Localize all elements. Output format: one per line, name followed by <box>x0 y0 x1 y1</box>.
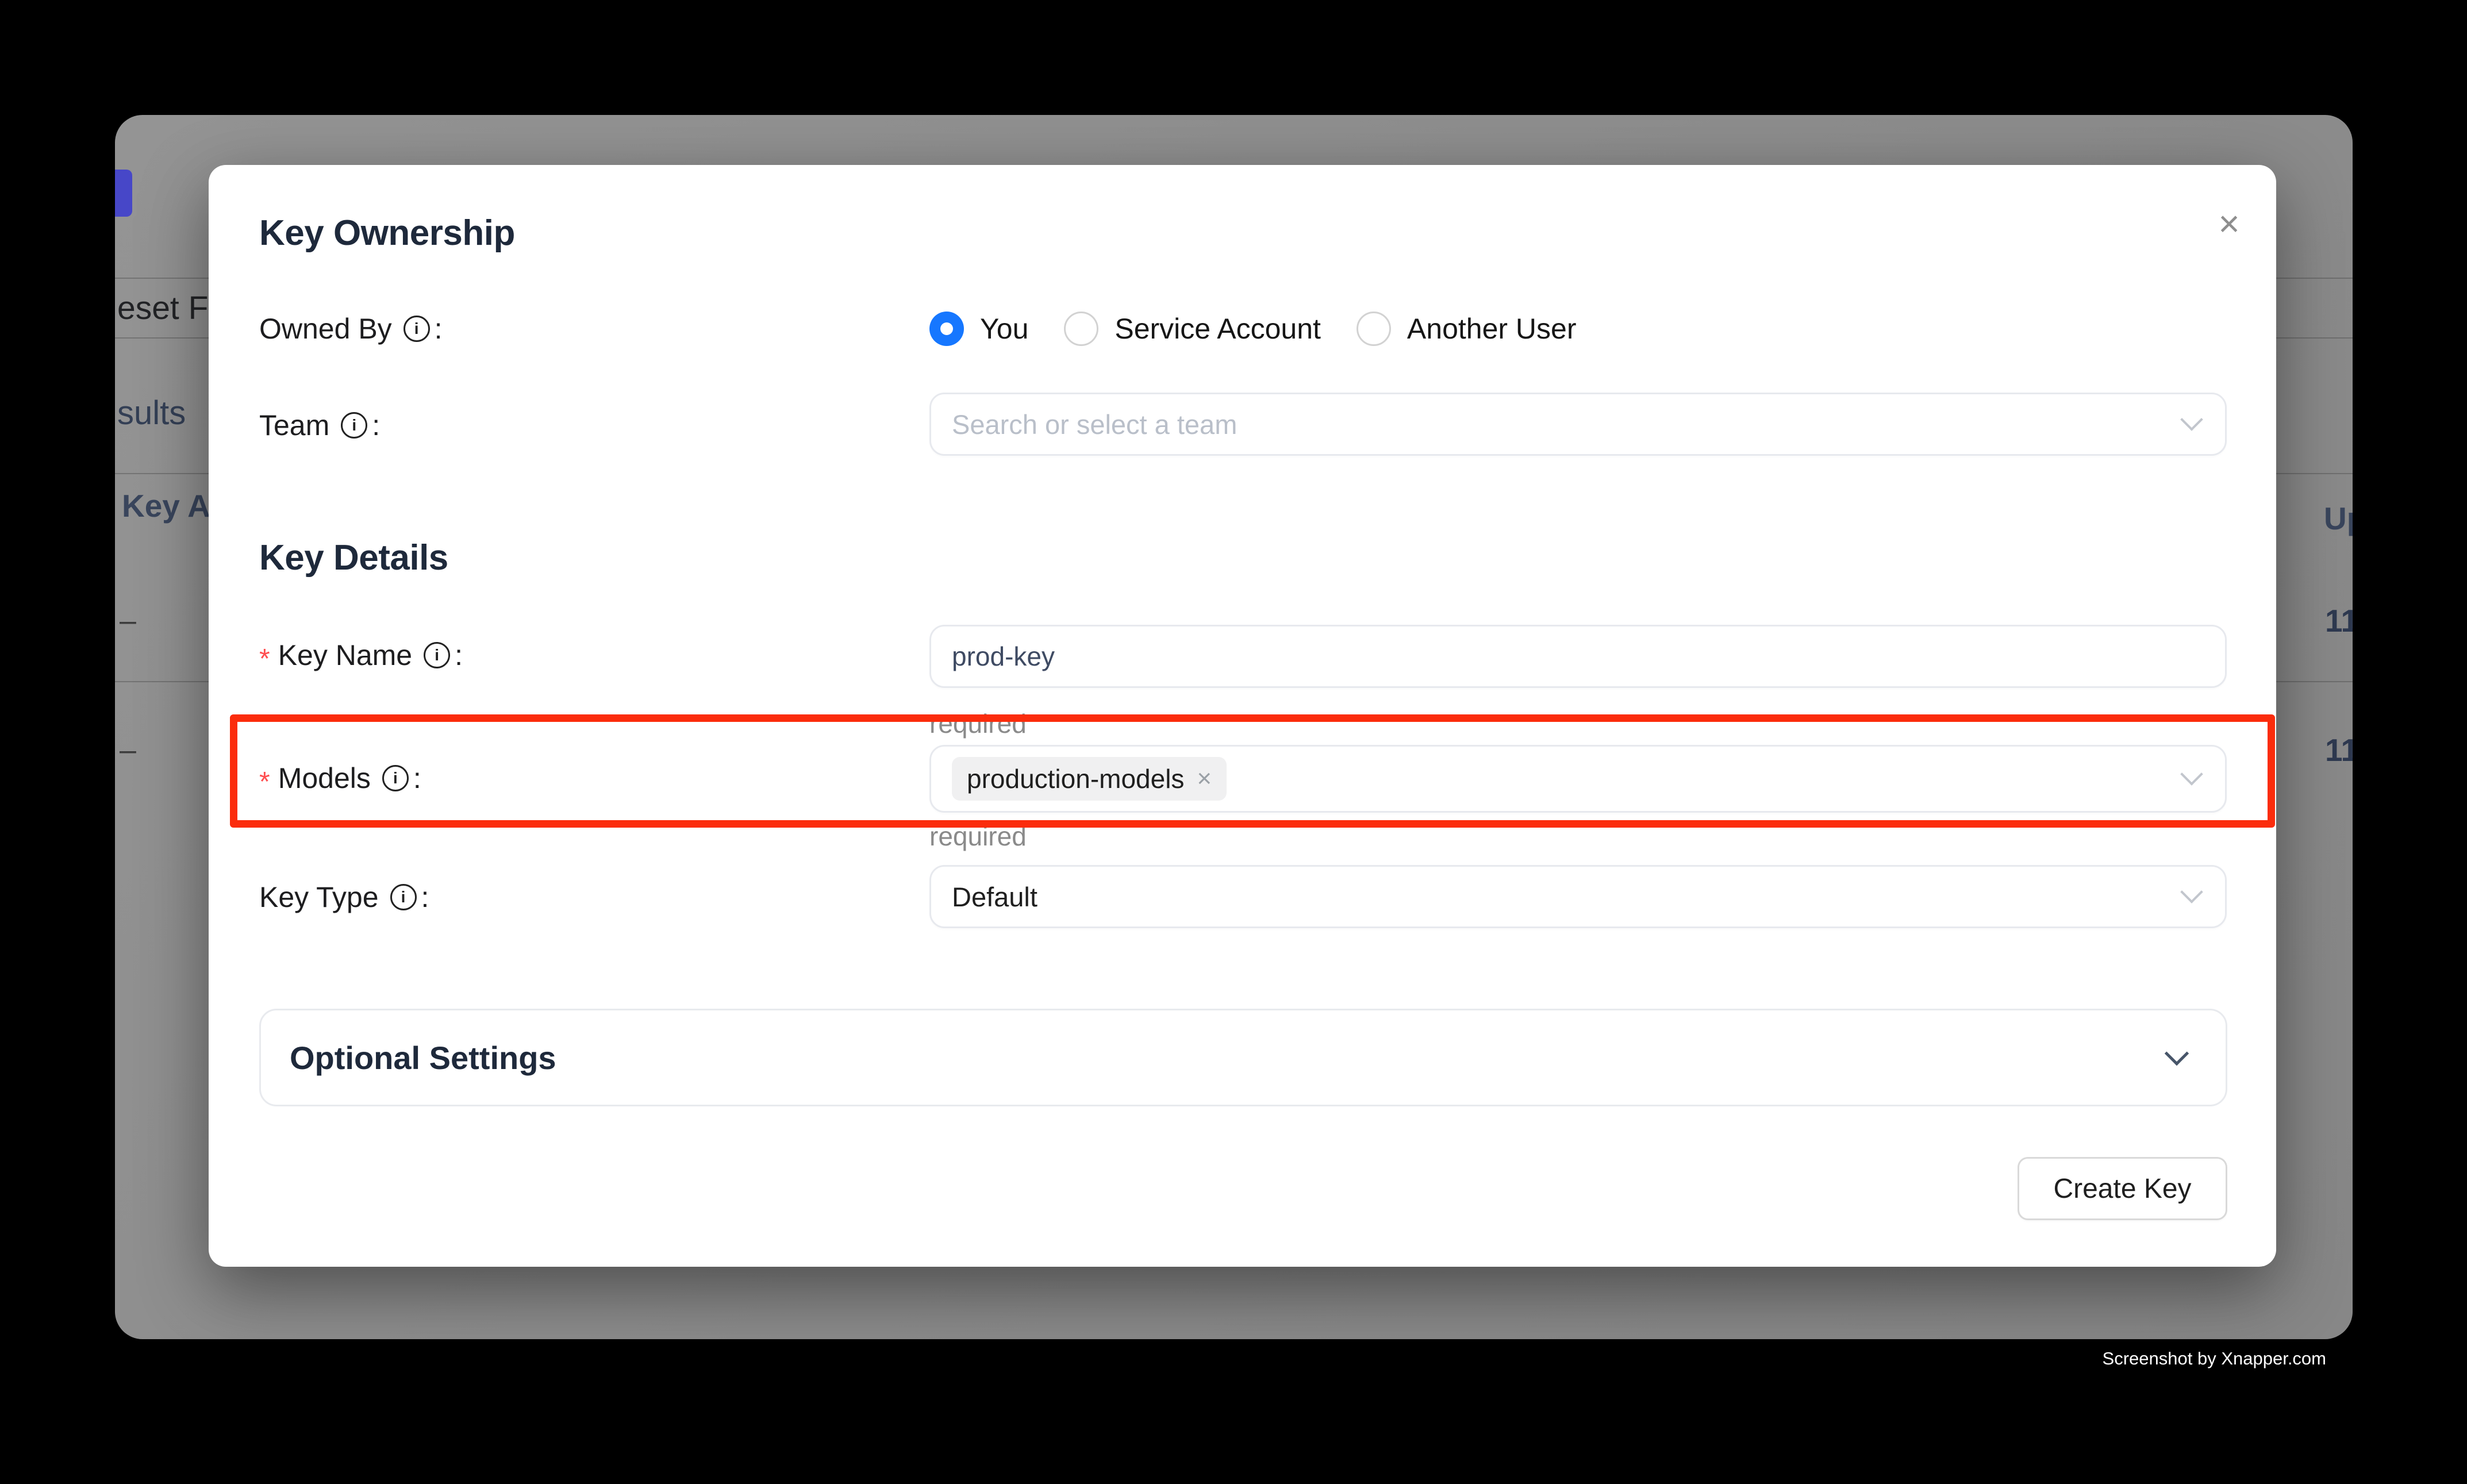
chevron-down-icon <box>2180 763 2203 786</box>
model-tag-production-models: production-models × <box>952 757 1227 801</box>
table-header-updated-partial: Up <box>2324 500 2353 537</box>
radio-label: You <box>980 312 1028 345</box>
chevron-down-icon <box>2180 881 2203 904</box>
key-name-value: prod-key <box>952 641 1055 672</box>
models-multiselect[interactable]: production-models × <box>929 745 2227 813</box>
team-select-placeholder: Search or select a team <box>952 409 1237 440</box>
radio-selected-icon[interactable] <box>929 312 964 346</box>
required-marker: * <box>259 643 270 675</box>
colon: : <box>413 762 421 795</box>
team-label-text: Team <box>259 409 329 442</box>
optional-settings-title: Optional Settings <box>290 1039 556 1077</box>
results-count-partial: sults <box>117 394 186 432</box>
tag-remove-icon[interactable]: × <box>1197 766 1212 791</box>
colon: : <box>421 881 429 914</box>
key-type-select[interactable]: Default <box>929 865 2227 928</box>
table-cell-date-partial: 11/ <box>2325 732 2353 768</box>
table-cell-date-partial: 11/ <box>2325 602 2353 639</box>
key-type-label-text: Key Type <box>259 881 379 914</box>
model-tag-label: production-models <box>967 763 1184 794</box>
radio-unselected-icon[interactable] <box>1064 312 1098 346</box>
team-select[interactable]: Search or select a team <box>929 393 2227 456</box>
owned-by-label: Owned By i : <box>259 312 443 345</box>
section-title-key-ownership: Key Ownership <box>259 213 515 253</box>
colon: : <box>435 312 443 345</box>
models-label-text: Models <box>278 762 371 795</box>
colon: : <box>455 639 463 672</box>
watermark: Screenshot by Xnapper.com <box>2103 1348 2326 1369</box>
radio-option-service-account[interactable]: Service Account <box>1064 312 1321 346</box>
screenshot-canvas: eset Filt sults Key Alia Up – 11/ – 11/ … <box>0 0 2467 1484</box>
dimmed-blue-button-fragment <box>115 170 132 217</box>
info-icon[interactable]: i <box>341 412 367 439</box>
colon: : <box>372 409 380 442</box>
required-marker: * <box>259 766 270 798</box>
models-required-hint: required <box>929 821 1027 852</box>
owned-by-label-text: Owned By <box>259 312 392 345</box>
key-type-value: Default <box>952 881 1037 913</box>
radio-label: Service Account <box>1115 312 1321 345</box>
radio-label: Another User <box>1407 312 1577 345</box>
team-label: Team i : <box>259 409 380 442</box>
info-icon[interactable]: i <box>424 642 450 668</box>
create-key-modal: × Key Ownership Owned By i : You Service… <box>209 165 2276 1267</box>
key-name-label-text: Key Name <box>278 639 412 672</box>
table-cell-dash: – <box>120 603 136 638</box>
models-label: * Models i : <box>259 762 421 795</box>
section-title-key-details: Key Details <box>259 537 448 578</box>
create-key-button[interactable]: Create Key <box>2018 1157 2227 1220</box>
radio-option-another-user[interactable]: Another User <box>1357 312 1577 346</box>
key-name-required-hint: required <box>929 708 1027 739</box>
owned-by-radio-group: You Service Account Another User <box>929 312 1577 346</box>
optional-settings-panel[interactable]: Optional Settings <box>259 1009 2227 1106</box>
close-icon[interactable]: × <box>2212 206 2246 241</box>
key-name-input[interactable]: prod-key <box>929 625 2227 688</box>
info-icon[interactable]: i <box>382 765 409 791</box>
info-icon[interactable]: i <box>404 316 430 342</box>
chevron-down-icon <box>2180 408 2203 431</box>
radio-option-you[interactable]: You <box>929 312 1028 346</box>
radio-unselected-icon[interactable] <box>1357 312 1391 346</box>
chevron-down-icon <box>2165 1041 2189 1066</box>
key-name-label: * Key Name i : <box>259 639 463 672</box>
table-cell-dash: – <box>120 733 136 767</box>
info-icon[interactable]: i <box>390 884 417 910</box>
key-type-label: Key Type i : <box>259 881 429 914</box>
